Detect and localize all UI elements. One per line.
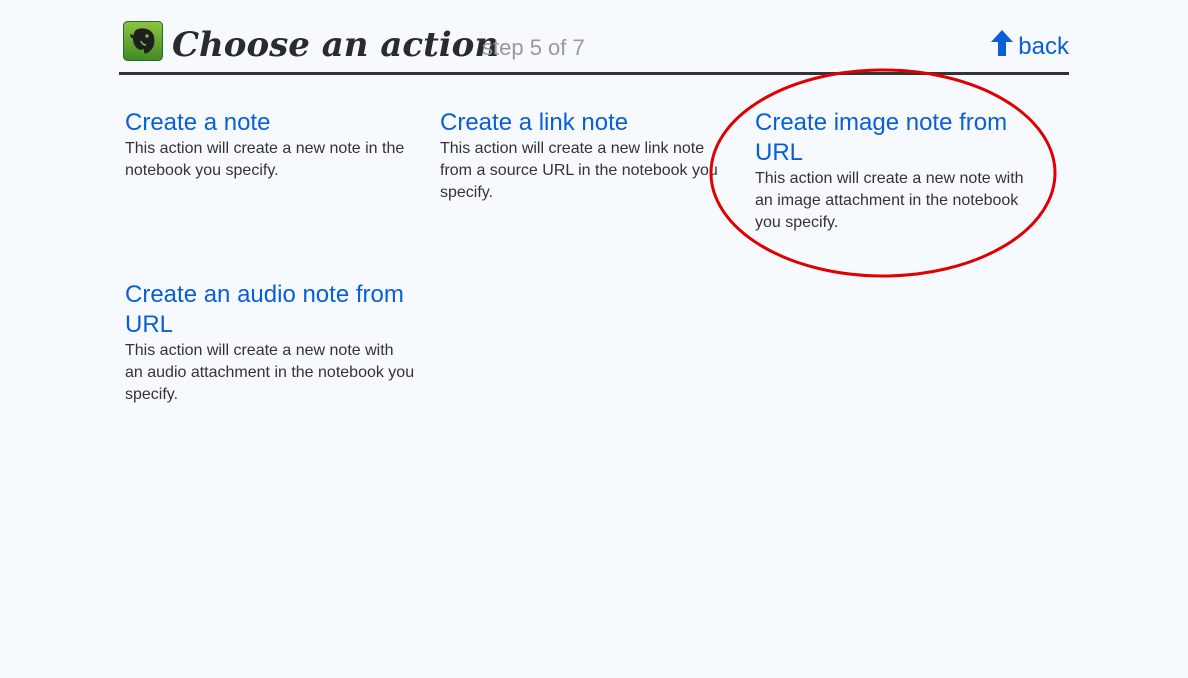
page-title: Choose an action [172, 25, 500, 65]
back-link[interactable]: back [990, 29, 1069, 65]
step-indicator: step 5 of 7 [482, 35, 585, 60]
action-create-image-note: Create image note from URL This action w… [755, 108, 1045, 234]
action-description: This action will create a new note with … [755, 170, 1024, 231]
action-description: This action will create a new note with … [125, 342, 415, 403]
back-label: back [1018, 33, 1069, 60]
action-title-link[interactable]: Create a note [125, 108, 415, 138]
header: Choose an action step 5 of 7 back [119, 18, 1069, 75]
action-create-note: Create a note This action will create a … [125, 108, 415, 182]
evernote-elephant-icon [123, 21, 163, 61]
action-create-link-note: Create a link note This action will crea… [440, 108, 730, 204]
arrow-up-icon [991, 30, 1014, 56]
action-description: This action will create a new note in th… [125, 140, 405, 179]
page: Choose an action step 5 of 7 back Create… [0, 0, 1188, 678]
action-description: This action will create a new link note … [440, 140, 718, 201]
action-title-link[interactable]: Create an audio note from URL [125, 280, 415, 340]
action-title-link[interactable]: Create a link note [440, 108, 730, 138]
action-create-audio-note: Create an audio note from URL This actio… [125, 280, 415, 406]
action-title-link[interactable]: Create image note from URL [755, 108, 1045, 168]
